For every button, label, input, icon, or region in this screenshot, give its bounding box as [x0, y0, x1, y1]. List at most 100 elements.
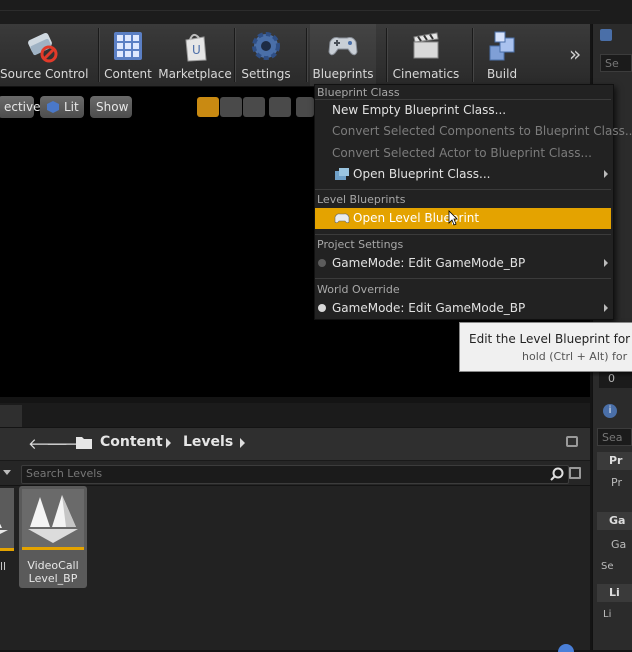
scale-tool-icon[interactable]: [243, 97, 265, 117]
filters-dropdown-arrow[interactable]: [3, 470, 11, 475]
submenu-arrow-icon: [604, 259, 608, 267]
bullet-dot-icon: [318, 304, 326, 312]
asset-name-line1: VideoCall: [27, 559, 79, 572]
source-control-icon: [28, 32, 58, 63]
marketplace-button[interactable]: U Marketplace: [158, 24, 232, 86]
save-icon[interactable]: [569, 467, 581, 479]
perspective-button[interactable]: ective: [0, 96, 41, 118]
breadcrumb-levels[interactable]: Levels: [183, 434, 233, 450]
asset-label-partial: ll: [0, 560, 7, 573]
world-space-icon[interactable]: [269, 97, 291, 117]
breadcrumb-chevron-icon[interactable]: [240, 438, 245, 448]
asset-name-line2: Level_BP: [28, 572, 78, 585]
details-item-se: Se: [601, 561, 614, 572]
content-browser-tabbar: [0, 403, 590, 427]
breadcrumb-chevron-icon[interactable]: [166, 438, 171, 448]
menu-section-blueprint-class: Blueprint Class: [317, 86, 400, 99]
details-category-ga[interactable]: Ga: [597, 512, 632, 530]
folder-icon: [76, 437, 92, 449]
details-item-ga: Ga: [611, 538, 627, 551]
level-blueprint-gamepad-icon: [334, 213, 350, 224]
content-button[interactable]: Content: [102, 24, 154, 86]
toolbar-divider: [472, 28, 474, 82]
details-category-li[interactable]: Li: [597, 584, 632, 602]
tooltip: Edit the Level Blueprint for th hold (Ct…: [459, 322, 632, 372]
panel-list-icon: [600, 29, 612, 41]
asset-view: [0, 486, 590, 650]
menu-item-open-blueprint-class[interactable]: Open Blueprint Class...: [353, 167, 490, 181]
settings-gear-icon: [252, 32, 280, 60]
asset-thumbnail-partial[interactable]: [0, 488, 14, 550]
menu-section-level-blueprints: Level Blueprints: [317, 193, 406, 206]
menu-divider: [315, 189, 611, 190]
blueprints-gamepad-icon: [328, 37, 358, 56]
main-toolbar: Source Control Content U Marketplace Set…: [0, 24, 590, 87]
cinematics-clapper-icon: [413, 32, 439, 59]
source-control-label: Source Control: [0, 67, 89, 81]
build-button[interactable]: Build: [478, 24, 526, 86]
tooltip-line2: hold (Ctrl + Alt) for: [522, 350, 628, 363]
breadcrumb-content[interactable]: Content: [100, 434, 163, 450]
mouse-cursor-icon: [448, 210, 458, 226]
tooltip-line1: Edit the Level Blueprint for th: [469, 332, 632, 346]
lit-sphere-icon: [47, 101, 59, 113]
rotate-tool-icon[interactable]: [220, 97, 242, 117]
submenu-arrow-icon: [604, 304, 608, 312]
details-search-input[interactable]: Sea: [597, 428, 632, 446]
cinematics-label: Cinematics: [392, 67, 460, 81]
details-info-icon: i: [603, 404, 617, 418]
toolbar-divider: [306, 28, 308, 82]
menu-item-new-empty-blueprint-class[interactable]: New Empty Blueprint Class...: [332, 103, 506, 117]
menu-divider: [315, 99, 611, 100]
asset-type-bar: [0, 548, 14, 551]
blueprints-label: Blueprints: [312, 67, 374, 81]
menu-divider: [315, 234, 611, 235]
asset-type-bar: [22, 547, 84, 550]
blueprints-button[interactable]: Blueprints: [310, 24, 376, 86]
details-category-pr[interactable]: Pr: [597, 452, 632, 470]
submenu-arrow-icon: [604, 170, 608, 178]
content-label: Content: [104, 67, 152, 81]
menu-item-convert-selected-components[interactable]: Convert Selected Components to Blueprint…: [332, 124, 632, 138]
source-control-button[interactable]: Source Control: [0, 24, 89, 86]
svg-text:U: U: [192, 43, 201, 57]
content-grid-icon: [114, 32, 142, 60]
content-browser-tab[interactable]: [0, 405, 22, 427]
menu-section-project-settings: Project Settings: [317, 238, 404, 251]
translate-tool-icon[interactable]: [197, 97, 219, 117]
surface-snap-icon[interactable]: [296, 97, 314, 117]
details-item-li: Li: [603, 609, 612, 620]
menu-section-world-override: World Override: [317, 283, 400, 296]
search-icon[interactable]: [550, 467, 564, 481]
outliner-search-input[interactable]: Se: [600, 54, 632, 72]
lock-icon[interactable]: [566, 436, 578, 447]
right-panel-value: 0: [599, 370, 632, 388]
cinematics-button[interactable]: Cinematics: [392, 24, 460, 86]
toolbar-divider: [234, 28, 236, 82]
settings-label: Settings: [241, 67, 291, 81]
open-blueprint-class-icon: [335, 168, 349, 180]
menu-item-world-gamemode[interactable]: GameMode: Edit GameMode_BP: [332, 301, 525, 315]
settings-button[interactable]: Settings: [238, 24, 294, 86]
menu-divider: [315, 278, 611, 279]
level-asset-icon: [0, 523, 8, 534]
search-levels-placeholder: Search Levels: [26, 467, 103, 480]
level-asset-icon: [28, 495, 78, 543]
menu-item-convert-selected-actor[interactable]: Convert Selected Actor to Blueprint Clas…: [332, 146, 592, 160]
build-label: Build: [486, 67, 518, 81]
title-strip: [0, 0, 632, 24]
menu-item-project-gamemode[interactable]: GameMode: Edit GameMode_BP: [332, 256, 525, 270]
asset-name: VideoCall Level_BP: [19, 559, 87, 585]
toolbar-divider: [98, 28, 100, 82]
toolbar-overflow-chevron-icon[interactable]: »: [569, 42, 581, 66]
marketplace-label: Marketplace: [158, 67, 232, 81]
menu-item-open-level-blueprint[interactable]: Open Level Blueprint: [353, 211, 479, 225]
search-levels-input[interactable]: [21, 465, 569, 484]
build-blocks-icon: [489, 31, 515, 61]
details-item-pr: Pr: [611, 476, 622, 489]
asset-thumbnail: [22, 489, 84, 548]
marketplace-bag-icon: U: [185, 34, 207, 62]
bullet-dot-icon: [318, 259, 326, 267]
toolbar-divider: [386, 28, 388, 82]
show-button[interactable]: Show: [90, 96, 132, 118]
